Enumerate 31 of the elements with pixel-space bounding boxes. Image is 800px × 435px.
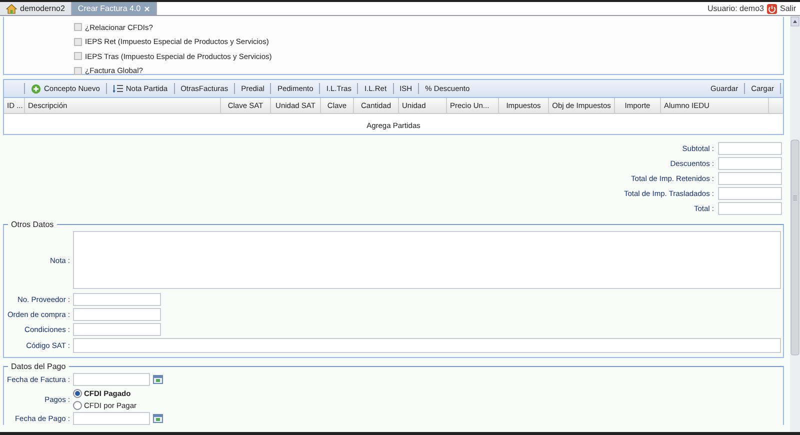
logout-link[interactable]: Salir: [780, 4, 796, 13]
home-icon: [6, 4, 17, 14]
tab[interactable]: demoderno2: [0, 2, 72, 15]
total-field[interactable]: [718, 202, 782, 215]
checkbox[interactable]: [74, 66, 82, 75]
total-field[interactable]: [718, 187, 782, 200]
radio-button[interactable]: [73, 400, 82, 410]
plus-icon: [31, 84, 41, 94]
input-field[interactable]: [73, 323, 161, 336]
calendar-icon[interactable]: [153, 414, 163, 423]
total-field[interactable]: [718, 172, 782, 185]
section-title: Otros Datos: [10, 220, 55, 229]
total-field[interactable]: [718, 142, 782, 155]
checkbox[interactable]: [74, 23, 82, 32]
calendar-icon[interactable]: [153, 375, 163, 384]
date-field[interactable]: [73, 412, 150, 425]
checkbox[interactable]: [74, 52, 82, 60]
note-field[interactable]: [73, 231, 781, 289]
close-icon[interactable]: [144, 6, 150, 12]
section-title: Datos del Pago: [10, 362, 67, 371]
total-field[interactable]: [718, 157, 782, 170]
input-field[interactable]: [73, 308, 161, 321]
input-field[interactable]: [73, 338, 781, 353]
scrollbar[interactable]: [790, 16, 800, 432]
checkbox[interactable]: [74, 38, 82, 46]
list-icon: [112, 84, 123, 93]
user-label: Usuario: demo3: [708, 4, 764, 13]
radio-button[interactable]: [73, 388, 82, 398]
power-icon[interactable]: [766, 4, 777, 14]
date-field[interactable]: [73, 373, 150, 386]
input-field[interactable]: [73, 293, 161, 306]
